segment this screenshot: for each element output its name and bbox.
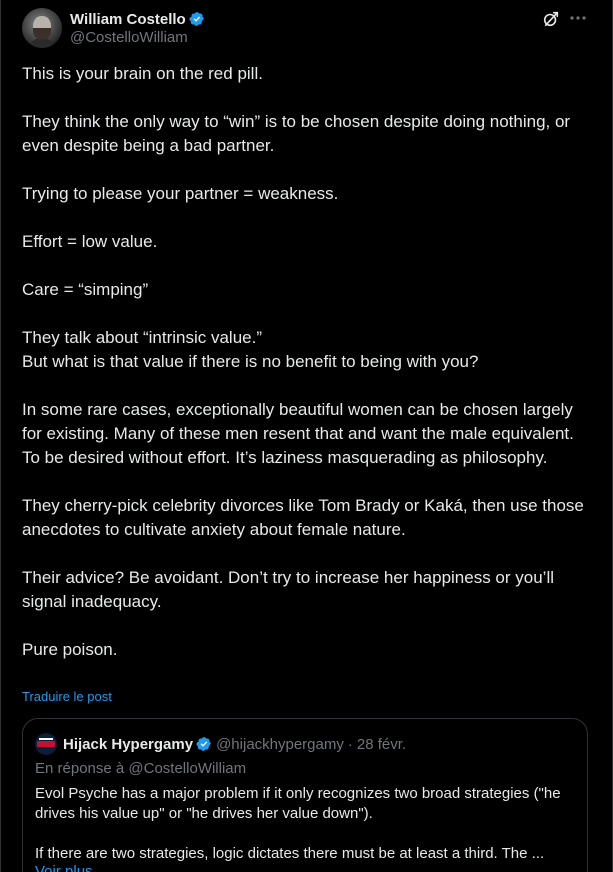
quoted-reply-context: En réponse à @CostelloWilliam	[35, 760, 247, 777]
author-handle[interactable]: @CostelloWilliam	[70, 29, 188, 46]
tweet-paragraph: Care = “simping”	[22, 280, 149, 299]
quoted-display-name: Hijack Hypergamy	[63, 735, 194, 753]
tweet-paragraph: Trying to please your partner = weakness…	[22, 184, 339, 203]
avatar-logo-band	[37, 741, 55, 747]
tweet-paragraph: Pure poison.	[22, 640, 118, 659]
grok-icon[interactable]	[542, 10, 560, 28]
avatar-beard	[33, 28, 51, 40]
quoted-separator: ·	[347, 735, 353, 753]
quoted-tweet[interactable]: Hijack Hypergamy @hijackhypergamy · 28 f…	[22, 718, 588, 872]
more-options-icon[interactable]	[567, 9, 589, 29]
tweet-paragraph: Effort = low value.	[22, 232, 158, 251]
tweet-paragraph: This is your brain on the red pill.	[22, 64, 263, 83]
quoted-paragraph: Evol Psyche has a major problem if it on…	[35, 785, 561, 822]
quoted-paragraph: If there are two strategies, logic dicta…	[35, 845, 545, 862]
tweet-paragraph: Their advice? Be avoidant. Don’t try to …	[22, 568, 555, 611]
tweet-paragraph: They think the only way to “win” is to b…	[22, 112, 571, 155]
quoted-text: Evol Psyche has a major problem if it on…	[35, 784, 575, 872]
tweet-paragraph: They cherry-pick celebrity divorces like…	[22, 496, 584, 539]
quoted-name-row: Hijack Hypergamy @hijackhypergamy · 28 f…	[63, 734, 406, 754]
author-name-row: William Costello	[70, 9, 205, 29]
author-avatar[interactable]	[22, 8, 62, 48]
quoted-author-avatar	[35, 733, 57, 755]
author-display-name[interactable]: William Costello	[70, 11, 186, 28]
tweet-text: This is your brain on the red pill. They…	[22, 62, 592, 662]
tweet-paragraph: In some rare cases, exceptionally beauti…	[22, 400, 574, 467]
show-more-link[interactable]: Voir plus	[35, 863, 93, 872]
avatar-logo-stripe	[39, 738, 53, 740]
quoted-date: 28 févr.	[356, 735, 407, 753]
verified-badge-icon	[196, 736, 212, 752]
tweet-card: William Costello @CostelloWilliam This i…	[0, 0, 613, 872]
tweet-paragraph: They talk about “intrinsic value.” But w…	[22, 328, 479, 371]
quoted-handle: @hijackhypergamy	[216, 735, 344, 753]
translate-post-link[interactable]: Traduire le post	[22, 689, 112, 704]
verified-badge-icon	[189, 11, 205, 27]
